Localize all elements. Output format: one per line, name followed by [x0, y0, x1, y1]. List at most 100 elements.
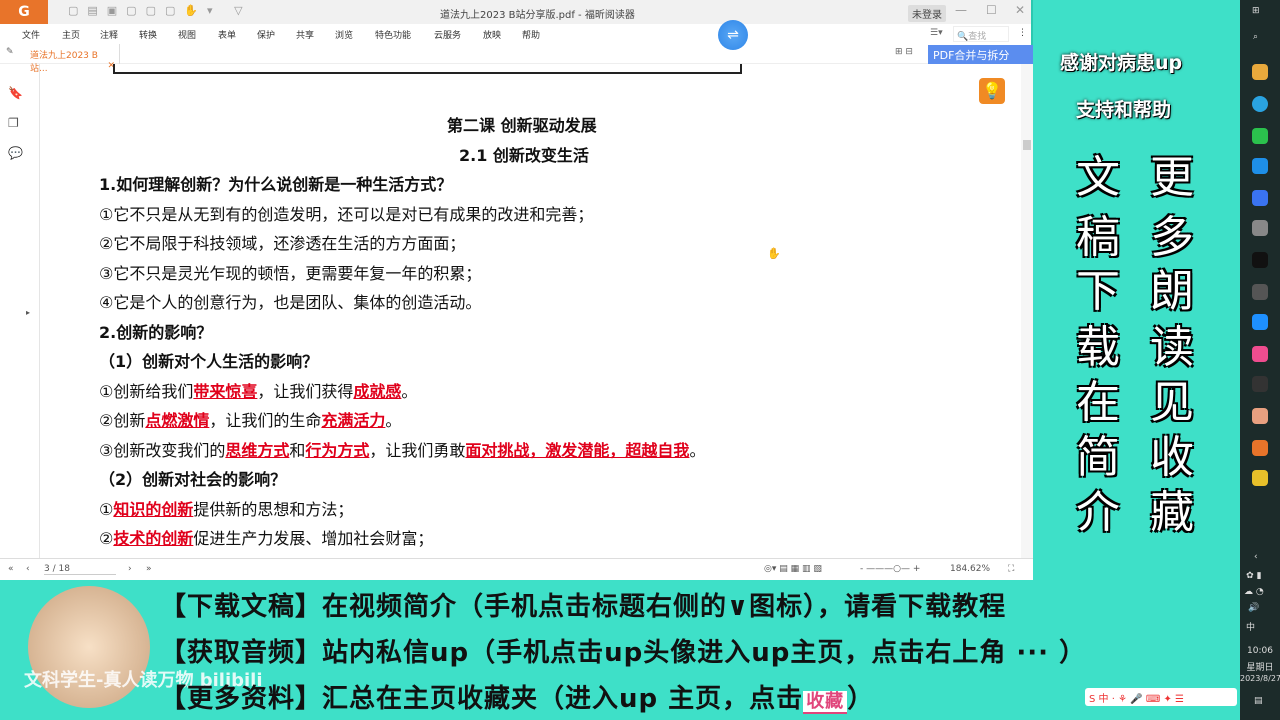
find-options-icon[interactable]: ☰▾	[930, 28, 943, 38]
pen-icon[interactable]: ✎	[6, 47, 14, 57]
scroll-thumb[interactable]	[1023, 140, 1031, 150]
clock-time[interactable]: 10:06	[1240, 646, 1280, 656]
ime-toolbar[interactable]: S 中 · ⚘ 🎤 ⌨ ✦ ☰	[1085, 688, 1237, 706]
ime-indicator[interactable]: 中	[1246, 620, 1255, 633]
app-icon[interactable]	[1252, 284, 1268, 300]
app-icon[interactable]	[1252, 158, 1268, 174]
text: ②创新	[99, 411, 146, 430]
zoom-slider[interactable]: - ———○— +	[860, 564, 920, 574]
char: 朗	[1150, 266, 1194, 317]
settings-app-icon[interactable]	[1252, 220, 1268, 236]
tray-expand-icon[interactable]: ‹	[1254, 552, 1258, 562]
document-tab[interactable]: 道法九上2023 B站... ✕	[24, 44, 120, 74]
tray-icons[interactable]: ✿ ▮ ☁ ◔ 🔊	[1244, 568, 1264, 616]
title-bar: G ▢▤▣▢▢▢✋▾ ▽ 道法九上2023 B站分享版.pdf - 福昕阅读器 …	[0, 0, 1031, 24]
menu-convert[interactable]: 转换	[139, 28, 157, 41]
text: ②	[99, 529, 114, 548]
vertical-scrollbar[interactable]	[1021, 64, 1033, 558]
char: 更	[1150, 152, 1194, 203]
login-button[interactable]: 未登录	[908, 5, 946, 22]
menu-features[interactable]: 特色功能	[375, 28, 411, 41]
highlight: 成就感	[353, 382, 402, 401]
app-icon[interactable]	[1252, 470, 1268, 486]
zoom-level[interactable]: 184.62%	[950, 564, 990, 574]
char: 载	[1076, 322, 1120, 373]
line-passion: ②创新点燃激情，让我们的生命充满活力。	[99, 407, 401, 431]
clock-date[interactable]: 2023/8/27	[1240, 674, 1280, 683]
menu-cloud[interactable]: 云服务	[434, 28, 461, 41]
app-icon[interactable]	[1252, 346, 1268, 362]
pages-icon[interactable]: ❐	[8, 116, 19, 130]
menu-home[interactable]: 主页	[62, 28, 80, 41]
menu-comment[interactable]: 注释	[100, 28, 118, 41]
text: ，让我们勇敢	[369, 441, 466, 460]
highlight: 技术的创新	[113, 529, 194, 548]
first-page-icon[interactable]: «	[8, 564, 14, 574]
comments-icon[interactable]: 💬	[8, 146, 23, 160]
text: ①	[99, 500, 114, 519]
section-title: 2.1 创新改变生活	[459, 146, 589, 165]
capcut-app-icon[interactable]	[1252, 252, 1268, 268]
pdf-merge-split-button[interactable]: PDF合并与拆分	[928, 45, 1033, 64]
reader-window: G ▢▤▣▢▢▢✋▾ ▽ 道法九上2023 B站分享版.pdf - 福昕阅读器 …	[0, 0, 1033, 580]
menu-form[interactable]: 表单	[218, 28, 236, 41]
menu-share[interactable]: 共享	[296, 28, 314, 41]
app-icon[interactable]	[1252, 408, 1268, 424]
last-page-icon[interactable]: »	[146, 564, 152, 574]
menu-protect[interactable]: 保护	[257, 28, 275, 41]
page-number-input[interactable]: 3 / 18	[44, 564, 116, 575]
char: 在	[1076, 377, 1120, 428]
expand-sidebar-icon[interactable]: ▸	[26, 308, 30, 317]
minimize-icon[interactable]: —	[955, 3, 967, 17]
menu-view[interactable]: 视图	[178, 28, 196, 41]
text: 提供新的思想和方法；	[193, 500, 354, 519]
line-thinking: ③创新改变我们的思维方式和行为方式，让我们勇敢面对挑战，激发潜能，超越自我。	[99, 437, 705, 461]
maximize-icon[interactable]: ☐	[986, 3, 997, 17]
menu-browse[interactable]: 浏览	[335, 28, 353, 41]
line-surprise: ①创新给我们带来惊喜，让我们获得成就感。	[99, 378, 417, 402]
search-icon[interactable]: ⌕	[1253, 32, 1258, 42]
app-icon[interactable]	[1252, 190, 1268, 206]
clock-day[interactable]: 星期日	[1240, 660, 1280, 673]
char: 介	[1076, 487, 1120, 538]
question-2a: （1）创新对个人生活的影响？	[99, 352, 319, 371]
app-icon[interactable]	[1252, 376, 1268, 392]
text: 。	[401, 382, 418, 401]
hand-cursor-icon: ✋	[767, 247, 781, 260]
app-icon[interactable]	[1252, 314, 1268, 330]
taskbar: ⊞ ⌕ ‹ ✿ ▮ ☁ ◔ 🔊 中 10:06 星期日 2023/8/27 ▤	[1240, 0, 1280, 720]
text: 【更多资料】汇总在主页收藏夹（进入up 主页，点击	[160, 684, 804, 714]
next-page-icon[interactable]: ›	[128, 564, 132, 574]
answer-2: ②它不局限于科技领域，还渗透在生活的方方面面；	[99, 234, 466, 253]
document-view[interactable]: 💡 第二课 创新驱动发展 2.1 创新改变生活 1.如何理解创新？为什么说创新是…	[41, 64, 1021, 558]
search-placeholder: 查找	[968, 32, 987, 42]
text: ，让我们的生命	[209, 411, 322, 430]
banner-line-2: 【获取音频】站内私信up（手机点击up头像进入up主页，点击右上角 ··· ）	[160, 638, 1087, 668]
status-bar: « ‹ 3 / 18 › » ◎▾ ▤ ▦ ▥ ▧ - ———○— + 184.…	[0, 558, 1033, 580]
text: 促进生产力发展、增加社会财富；	[193, 529, 434, 548]
more-icon[interactable]: ⋮	[1018, 28, 1027, 38]
windows-icon[interactable]: ⊞	[1252, 6, 1260, 16]
menu-help[interactable]: 帮助	[522, 28, 540, 41]
text: ①创新给我们	[99, 382, 194, 401]
fullscreen-icon[interactable]: ⛶	[1008, 564, 1014, 574]
notification-icon[interactable]: ▤	[1254, 696, 1263, 706]
menu-slideshow[interactable]: 放映	[483, 28, 501, 41]
wechat-app-icon[interactable]	[1252, 128, 1268, 144]
text: ，让我们获得	[257, 382, 354, 401]
table-fragment	[113, 64, 742, 74]
prev-page-icon[interactable]: ‹	[26, 564, 30, 574]
app-logo[interactable]: G	[0, 0, 48, 24]
foxit-app-icon[interactable]	[1252, 440, 1268, 456]
bookmark-icon[interactable]: 🔖	[8, 86, 23, 100]
line-technology: ②技术的创新促进生产力发展、增加社会财富；	[99, 525, 433, 549]
edge-app-icon[interactable]	[1252, 96, 1268, 112]
close-icon[interactable]: ✕	[1015, 3, 1025, 17]
search-input[interactable]: 🔍查找	[953, 26, 1009, 42]
folder-app-icon[interactable]	[1252, 64, 1268, 80]
view-mode-icons[interactable]: ◎▾ ▤ ▦ ▥ ▧	[764, 564, 822, 574]
tip-bulb-icon[interactable]: 💡	[979, 78, 1005, 104]
menu-file[interactable]: 文件	[22, 28, 40, 41]
grid-view-icon[interactable]: ⊞ ⊟	[895, 47, 913, 57]
quick-access-toolbar[interactable]: ▢▤▣▢▢▢✋▾ ▽	[68, 4, 252, 17]
